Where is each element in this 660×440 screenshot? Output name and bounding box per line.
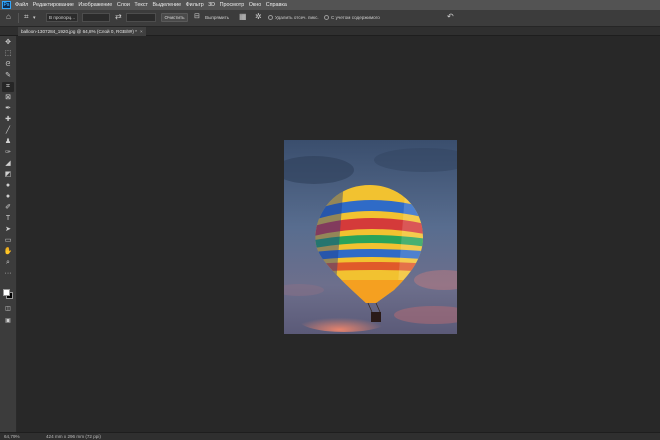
zoom-icon[interactable]: ⌕: [2, 258, 14, 268]
home-icon[interactable]: ⌂: [6, 13, 11, 21]
menu-item[interactable]: Окно: [249, 2, 262, 8]
menu-item[interactable]: Файл: [15, 2, 28, 8]
menu-item[interactable]: Слои: [117, 2, 130, 8]
path-select-icon[interactable]: ➤: [2, 225, 14, 235]
document-tab-bar: balloon-1307284_1920.jpg @ 64,8% (Слой 0…: [0, 27, 660, 36]
menu-bar: Ps Файл Редактирование Изображение Слои Текс…: [0, 0, 660, 10]
document-tab[interactable]: balloon-1307284_1920.jpg @ 64,8% (Слой 0…: [18, 27, 146, 36]
crop-tool-preset-icon[interactable]: ⌗: [24, 13, 29, 21]
chevron-down-icon[interactable]: ▾: [33, 14, 36, 22]
status-bar: 64,79% 424 mm x 296 mm (72 ppi): [0, 432, 660, 440]
menu-item[interactable]: Фильтр: [186, 2, 204, 8]
menu-item[interactable]: Просмотр: [220, 2, 245, 8]
menu-item[interactable]: Редактирование: [33, 2, 74, 8]
reset-icon[interactable]: ↶: [447, 13, 454, 21]
gear-icon[interactable]: ✲: [255, 13, 262, 21]
menu-item[interactable]: Справка: [266, 2, 287, 8]
options-bar: ⌂ ⌗ ▾ В пропорц... ⇄ Очистить ⊟ Выпрямит…: [0, 10, 660, 27]
more-tools-icon[interactable]: ···: [2, 269, 14, 279]
brush-icon[interactable]: ╱: [2, 126, 14, 136]
menu-item[interactable]: Изображение: [78, 2, 112, 8]
move-icon[interactable]: ✥: [2, 38, 14, 48]
document-image[interactable]: [284, 140, 457, 334]
menu-item[interactable]: 3D: [208, 2, 215, 8]
delete-cropped-label: Удалить отсеч. пикс.: [275, 15, 319, 20]
clear-button[interactable]: Очистить: [161, 13, 188, 22]
type-icon[interactable]: T: [2, 214, 14, 224]
eyedropper-icon[interactable]: ✒: [2, 104, 14, 114]
shape-icon[interactable]: ▭: [2, 236, 14, 246]
gradient-icon[interactable]: ◩: [2, 170, 14, 180]
straighten-button[interactable]: Выпрямить: [205, 13, 229, 22]
menu-item[interactable]: Выделение: [153, 2, 182, 8]
separator: [18, 13, 19, 23]
document-info: 424 mm x 296 mm (72 ppi): [46, 434, 101, 439]
hand-icon[interactable]: ✋: [2, 247, 14, 257]
healing-icon[interactable]: ✚: [2, 115, 14, 125]
tools-panel: ✥ ⬚ ᘓ ✎ ⌗ ⊠ ✒ ✚ ╱ ♟ ✑ ◢ ◩ ● ● ✐ T ➤ ▭ ✋ ⌕ ··· ◫ ▣: [0, 36, 17, 432]
photoshop-logo[interactable]: Ps: [2, 1, 11, 9]
height-input[interactable]: [126, 13, 156, 22]
stamp-icon[interactable]: ♟: [2, 137, 14, 147]
eraser-icon[interactable]: ◢: [2, 159, 14, 169]
history-brush-icon[interactable]: ✑: [2, 148, 14, 158]
zoom-level[interactable]: 64,79%: [4, 433, 20, 440]
delete-cropped-checkbox[interactable]: [268, 15, 273, 20]
content-aware-checkbox[interactable]: [324, 15, 329, 20]
marquee-icon[interactable]: ⬚: [2, 49, 14, 59]
swap-icon[interactable]: ⇄: [115, 13, 122, 21]
canvas-area[interactable]: [17, 36, 660, 432]
pen-icon[interactable]: ✐: [2, 203, 14, 213]
blur-icon[interactable]: ●: [2, 181, 14, 191]
grid-overlay-icon[interactable]: ▦: [239, 13, 247, 21]
width-input[interactable]: [82, 13, 110, 22]
foreground-color-swatch[interactable]: [3, 289, 10, 296]
quick-mask-icon[interactable]: ◫: [2, 304, 14, 314]
document-tab-title: balloon-1307284_1920.jpg @ 64,8% (Слой 0…: [21, 29, 137, 34]
menu-items: Файл Редактирование Изображение Слои Текст Вы…: [15, 2, 291, 8]
frame-icon[interactable]: ⊠: [2, 93, 14, 103]
quick-select-icon[interactable]: ✎: [2, 71, 14, 81]
screen-mode-icon[interactable]: ▣: [2, 316, 14, 326]
hot-air-balloon-photo: [284, 140, 457, 334]
ratio-select[interactable]: В пропорц...: [46, 13, 78, 22]
dodge-icon[interactable]: ●: [2, 192, 14, 202]
crop-icon[interactable]: ⌗: [2, 82, 14, 92]
content-aware-label: С учетом содержимого: [331, 15, 380, 20]
lasso-icon[interactable]: ᘓ: [2, 60, 14, 70]
menu-item[interactable]: Текст: [134, 2, 148, 8]
close-icon[interactable]: ×: [140, 29, 143, 34]
straighten-icon[interactable]: ⊟: [194, 13, 200, 21]
